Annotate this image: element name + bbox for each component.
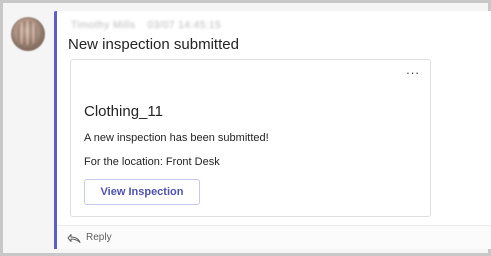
reply-label: Reply bbox=[86, 232, 112, 243]
view-inspection-button[interactable]: View Inspection bbox=[84, 179, 200, 205]
sender-name: Timothy Mills bbox=[71, 20, 136, 31]
message-title: New inspection submitted bbox=[68, 36, 239, 53]
reply-button[interactable]: Reply bbox=[57, 225, 491, 249]
card-location: For the location: Front Desk bbox=[84, 156, 220, 168]
sender-avatar[interactable] bbox=[11, 17, 45, 51]
card-description: A new inspection has been submitted! bbox=[84, 132, 269, 144]
teams-message-frame: Timothy Mills 03/07 14:45:15 New inspect… bbox=[0, 0, 491, 256]
card-title: Clothing_11 bbox=[84, 103, 163, 120]
adaptive-card: ... Clothing_11 A new inspection has bee… bbox=[70, 59, 431, 217]
message-bubble: Timothy Mills 03/07 14:45:15 New inspect… bbox=[54, 11, 491, 249]
message-timestamp: 03/07 14:45:15 bbox=[147, 20, 222, 31]
more-options-icon[interactable]: ... bbox=[406, 63, 420, 76]
reply-arrow-icon bbox=[67, 233, 81, 243]
message-header: Timothy Mills 03/07 14:45:15 bbox=[71, 20, 221, 31]
